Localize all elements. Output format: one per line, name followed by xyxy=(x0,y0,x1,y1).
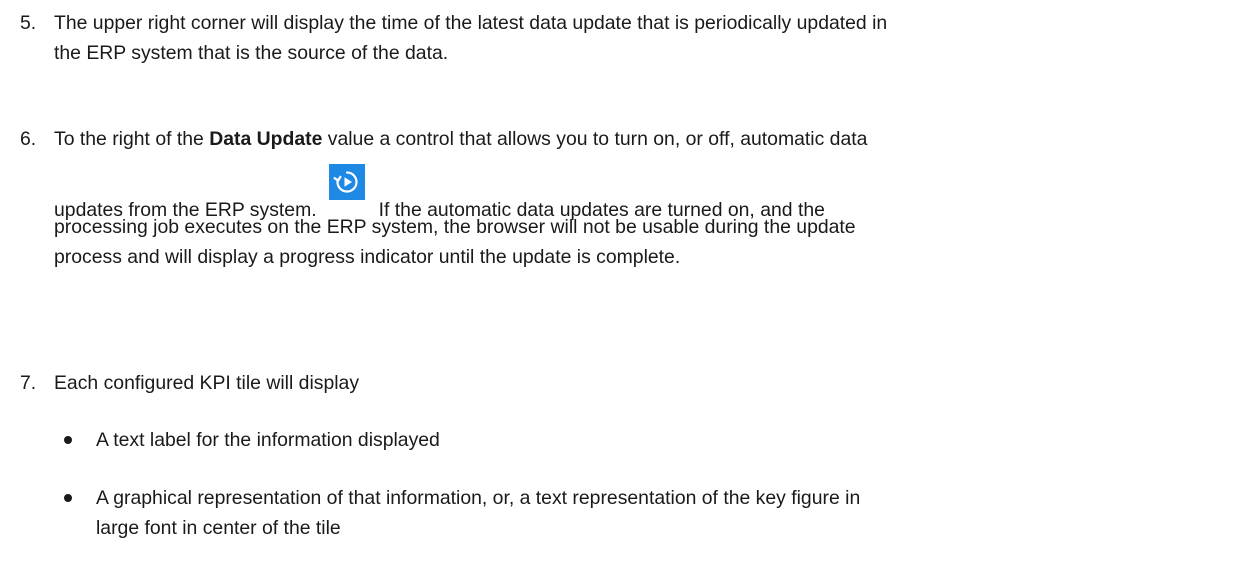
auto-update-toggle-icon xyxy=(328,164,365,200)
bold-term-data-update: Data Update xyxy=(209,128,323,150)
list-number: 6. xyxy=(20,128,37,150)
bullet-dot-icon xyxy=(64,436,72,444)
paragraph-line: A text label for the information display… xyxy=(96,429,440,451)
paragraph-line: A graphical representation of that infor… xyxy=(96,487,861,509)
list-number: 7. xyxy=(20,372,37,394)
paragraph-line: updates from the ERP system. If the auto… xyxy=(54,164,1242,221)
text-run: To the right of the xyxy=(54,128,210,150)
paragraph-line: process and will display a progress indi… xyxy=(54,246,681,268)
play-refresh-icon xyxy=(333,171,358,193)
list-item-text: Each configured KPI tile will display xyxy=(54,368,1242,398)
paragraph-line: the ERP system that is the source of the… xyxy=(54,42,449,64)
list-item-text: The upper right corner will display the … xyxy=(54,8,1242,68)
paragraph-line: The upper right corner will display the … xyxy=(54,12,888,34)
bullet-text: A graphical representation of that infor… xyxy=(96,483,1244,543)
paragraph-line: Each configured KPI tile will display xyxy=(54,372,360,394)
list-number: 5. xyxy=(20,12,37,34)
bullet-text: A text label for the information display… xyxy=(96,425,1244,455)
document-page: 5. The upper right corner will display t… xyxy=(0,0,1248,585)
list-item-text: To the right of the Data Update value a … xyxy=(54,124,1242,272)
paragraph-line: large font in center of the tile xyxy=(96,517,341,539)
bullet-dot-icon xyxy=(64,494,72,502)
paragraph-line: processing job executes on the ERP syste… xyxy=(54,216,856,238)
paragraph-line: To the right of the Data Update value a … xyxy=(54,124,1242,154)
text-run: value a control that allows you to turn … xyxy=(322,128,868,150)
